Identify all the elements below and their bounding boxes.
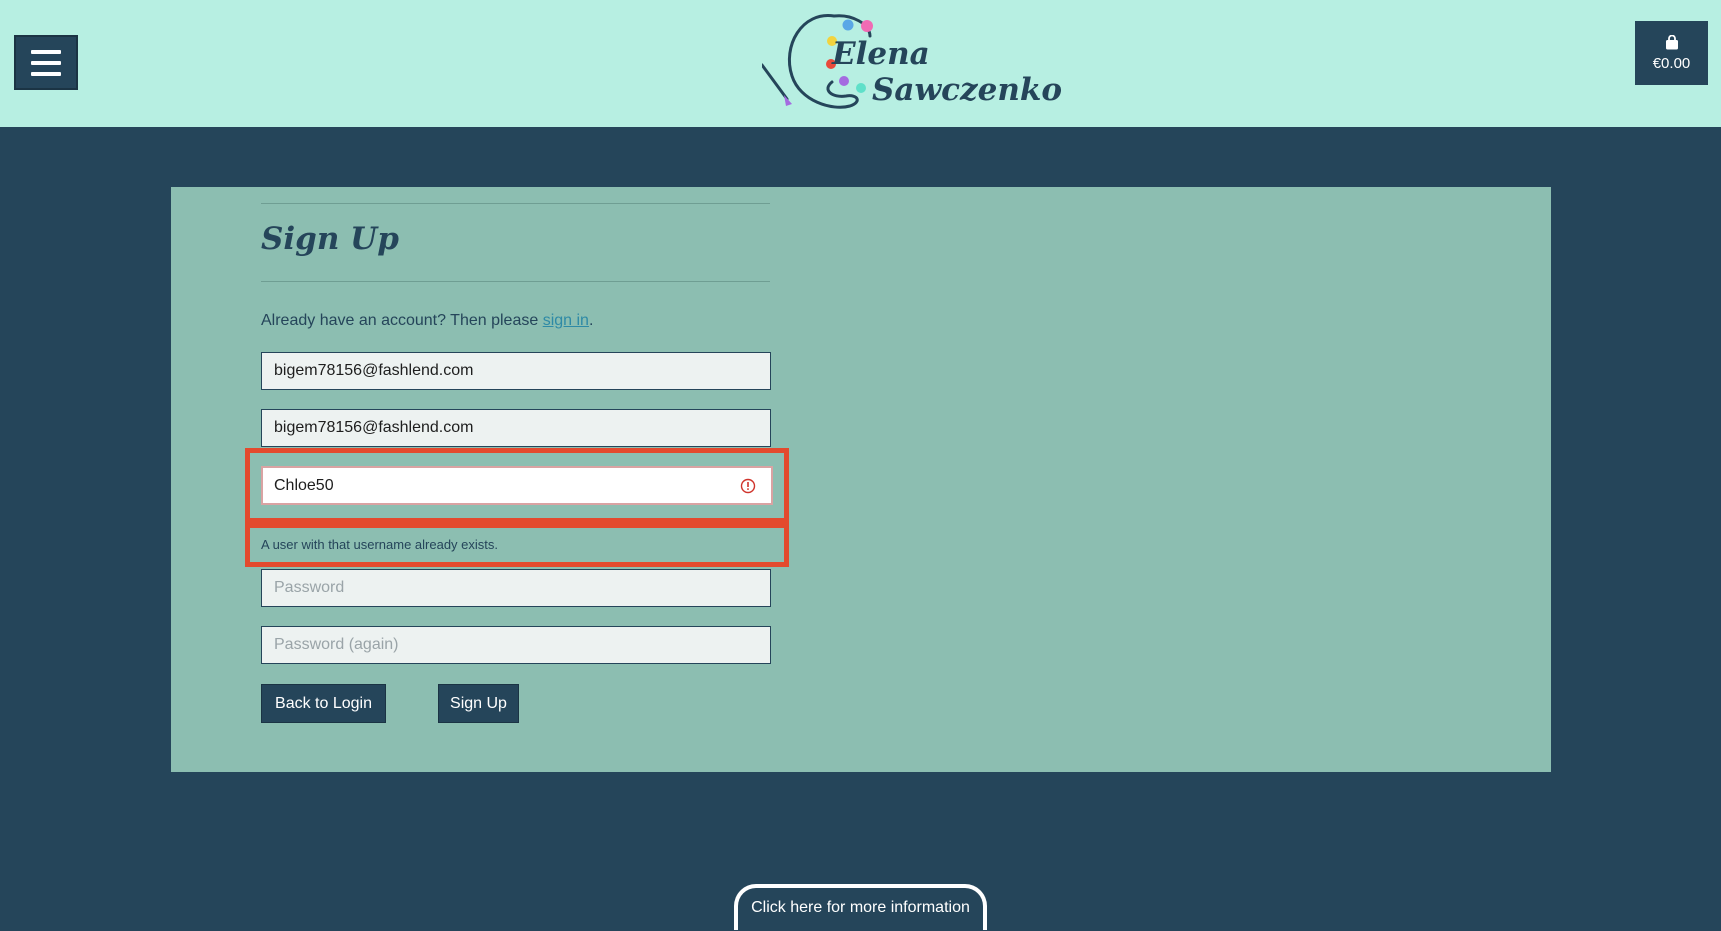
username-error-highlight: A user with that username already exists…: [245, 523, 789, 567]
signin-prompt: Already have an account? Then please sig…: [261, 312, 593, 330]
paint-dot: [842, 19, 854, 31]
logo-first-name: Elena: [832, 36, 930, 72]
signin-prompt-end: .: [588, 312, 594, 329]
menu-bar: [31, 60, 61, 65]
cart-total: €0.00: [1652, 54, 1691, 72]
paint-dot: [861, 20, 873, 32]
signin-prompt-text: Already have an account? Then please: [261, 312, 543, 329]
error-icon: [740, 478, 756, 494]
signup-button[interactable]: Sign Up: [438, 684, 519, 723]
paint-dot: [856, 83, 866, 93]
username-field[interactable]: [261, 466, 773, 505]
email-confirm-field[interactable]: [261, 409, 771, 447]
divider: [261, 281, 770, 282]
paint-dot: [839, 76, 849, 86]
shopping-bag-button[interactable]: €0.00: [1635, 21, 1708, 85]
page-title: Sign Up: [261, 221, 399, 257]
back-to-login-button[interactable]: Back to Login: [261, 684, 386, 723]
password-field[interactable]: [261, 569, 771, 607]
menu-bar: [31, 49, 61, 54]
password-confirm-field[interactable]: [261, 626, 771, 664]
username-error-message: A user with that username already exists…: [261, 537, 499, 552]
logo-last-name: Sawczenko: [872, 72, 1063, 108]
more-info-button[interactable]: Click here for more information: [734, 884, 987, 930]
hamburger-menu-button[interactable]: [14, 35, 78, 90]
menu-bar: [31, 71, 61, 76]
site-logo[interactable]: Elena Sawczenko: [760, 6, 1062, 118]
username-highlight: [245, 448, 789, 523]
divider: [261, 203, 770, 204]
site-header: Elena Sawczenko €0.00: [0, 0, 1721, 127]
shopping-bag-icon: [1665, 34, 1678, 49]
email-field[interactable]: [261, 352, 771, 390]
signup-card: Sign Up Already have an account? Then pl…: [171, 187, 1551, 772]
signin-link[interactable]: sign in: [543, 312, 589, 329]
